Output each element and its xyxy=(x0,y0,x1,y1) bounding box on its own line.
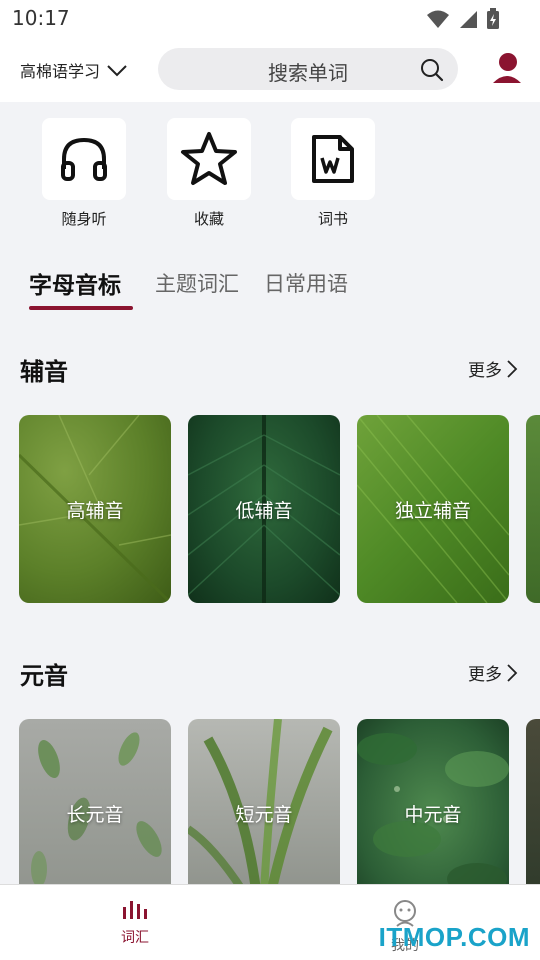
shortcut-tile xyxy=(167,118,251,200)
shortcut-tile xyxy=(42,118,126,200)
card-label: 中元音 xyxy=(404,803,462,826)
card-label: 独立辅音 xyxy=(394,499,471,522)
card-label: 长元音 xyxy=(66,803,124,826)
card-high-consonants[interactable]: 高辅音 xyxy=(19,415,171,603)
status-icons xyxy=(426,8,500,30)
section-title: 辅音 xyxy=(20,358,68,386)
card-independent-consonants[interactable]: 独立辅音 xyxy=(357,415,509,603)
section-vowels: 元音 更多 xyxy=(0,652,540,692)
signal-icon xyxy=(460,11,477,28)
tab-topic-vocab[interactable]: 主题词汇 xyxy=(155,268,239,298)
category-tabs: 字母音标 主题词汇 日常用语 xyxy=(0,262,540,314)
shortcut-label: 随身听 xyxy=(61,210,107,228)
chevron-right-icon xyxy=(507,359,518,378)
headphones-icon xyxy=(61,137,107,181)
chevron-down-icon xyxy=(107,65,127,77)
nav-label: 词汇 xyxy=(121,930,149,946)
search-placeholder: 搜索单词 xyxy=(268,61,348,85)
more-label: 更多 xyxy=(468,665,502,685)
card-partial[interactable] xyxy=(526,415,540,603)
card-label: 低辅音 xyxy=(235,499,293,522)
user-avatar-icon[interactable] xyxy=(492,52,522,84)
card-label: 高辅音 xyxy=(66,499,124,522)
consonant-cards: 高辅音 低辅音 独立辅音 xyxy=(0,415,540,603)
card-label: 短元音 xyxy=(235,803,293,826)
tab-daily-phrases[interactable]: 日常用语 xyxy=(264,268,348,298)
chevron-right-icon xyxy=(507,663,518,682)
language-label: 高棉语学习 xyxy=(20,62,101,81)
shortcut-label: 词书 xyxy=(317,210,348,228)
nav-vocab[interactable]: 词汇 xyxy=(95,899,175,947)
more-consonants-link[interactable]: 更多 xyxy=(468,356,518,381)
card-low-consonants[interactable]: 低辅音 xyxy=(188,415,340,603)
card-short-vowels[interactable]: 短元音 xyxy=(188,719,340,907)
vowel-cards: 长元音 短元音 中元音 xyxy=(0,719,540,907)
star-icon xyxy=(181,132,237,185)
status-time: 10:17 xyxy=(12,6,70,30)
active-tab-indicator xyxy=(29,306,133,310)
search-input[interactable]: 搜索单词 xyxy=(158,48,458,90)
section-consonants: 辅音 更多 xyxy=(0,348,540,388)
language-selector[interactable]: 高棉语学习 xyxy=(20,58,128,82)
watermark-logo: ITMOP.COM xyxy=(378,922,530,952)
more-label: 更多 xyxy=(468,361,502,381)
shortcut-grid: 随身听 收藏 词书 xyxy=(0,102,540,232)
search-icon[interactable] xyxy=(420,58,444,82)
card-long-vowels[interactable]: 长元音 xyxy=(19,719,171,907)
shortcut-wordbook[interactable]: 词书 xyxy=(291,118,375,229)
section-title: 元音 xyxy=(20,662,68,690)
shortcut-listen[interactable]: 随身听 xyxy=(42,118,126,229)
card-mid-vowels[interactable]: 中元音 xyxy=(357,719,509,907)
shortcut-favorites[interactable]: 收藏 xyxy=(167,118,251,229)
tab-alphabet[interactable]: 字母音标 xyxy=(29,266,121,300)
bars-icon xyxy=(123,901,147,919)
app-header: 高棉语学习 搜索单词 xyxy=(0,36,540,102)
status-bar: 10:17 xyxy=(0,0,540,36)
battery-icon xyxy=(487,8,499,29)
shortcut-label: 收藏 xyxy=(193,210,224,228)
card-partial[interactable] xyxy=(526,719,540,907)
shortcut-tile xyxy=(291,118,375,200)
word-document-icon xyxy=(312,135,354,183)
wifi-icon xyxy=(427,10,449,28)
more-vowels-link[interactable]: 更多 xyxy=(468,660,518,685)
